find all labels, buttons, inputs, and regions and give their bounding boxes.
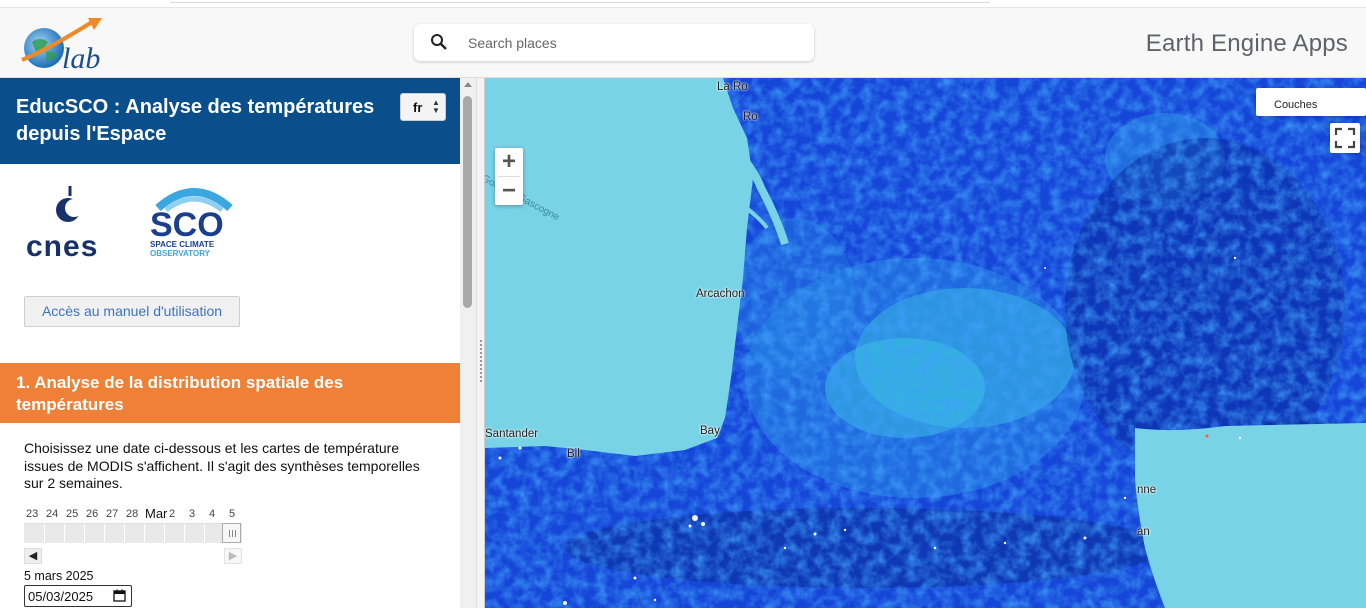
search-input[interactable] [468,30,798,55]
timeline-tick-1: 24 [46,508,59,520]
zoom-controls: + − [495,148,523,205]
scrollbar-thumb[interactable] [463,96,472,308]
section-1-header: 1. Analyse de la distribution spatiale d… [0,363,460,423]
app-header: lab Earth Engine Apps [0,8,1366,78]
side-panel: EducSCO : Analyse des températures depui… [0,78,460,608]
chevron-updown-icon: ▲ ▼ [432,98,440,115]
svg-text:lab: lab [62,42,100,75]
map-label-santander: Santander [485,428,539,440]
olab-logo: lab [14,16,124,76]
panel-title-bar: EducSCO : Analyse des températures depui… [0,78,460,164]
search-icon [431,34,447,50]
timeline-tick-0: 23 [26,508,39,520]
layers-button[interactable]: Couches [1256,88,1366,116]
arrow-right-icon[interactable]: ▶ [224,548,242,564]
svg-text:SPACE CLIMATE: SPACE CLIMATE [150,240,215,249]
timeline-tick-6: Mar [145,506,168,521]
section-1-description: Choisissez une date ci-dessous et les ca… [24,440,420,491]
svg-text:OBSERVATORY: OBSERVATORY [150,249,211,258]
fullscreen-icon [1334,127,1356,149]
svg-text:SCO: SCO [150,206,224,244]
language-value: fr [413,100,423,115]
map-label-narbonne: an [1137,526,1150,538]
timeline-tick-5: 28 [126,508,139,520]
user-manual-button[interactable]: Accès au manuel d'utilisation [24,296,240,327]
calendar-icon[interactable] [113,589,126,602]
browser-top-strip [0,0,1366,8]
panel-splitter[interactable] [476,78,485,608]
scroll-up-arrow[interactable] [464,82,472,87]
date-input-value: 05/03/2025 [28,589,94,604]
panel-scrollbar[interactable] [460,78,476,608]
zoom-out-button[interactable]: − [495,177,523,205]
timeline-tick-4: 27 [106,508,119,520]
timeline-tick-8: 3 [189,508,196,520]
timeline-thumb[interactable] [222,523,241,543]
sco-logo: SCO SPACE CLIMATE OBSERVATORY [146,182,242,262]
svg-text:cnes: cnes [26,230,98,260]
date-input[interactable]: 05/03/2025 [24,585,132,607]
temperature-map[interactable] [485,78,1366,608]
fullscreen-button[interactable] [1330,123,1360,153]
timeline-tick-7: 2 [169,508,176,520]
map-view[interactable]: Golfe de Gascogne La Ro Ro Arcachon Bay … [485,78,1366,608]
map-label-arcachon: Arcachon [696,288,745,300]
map-label-rochefort: Ro [743,111,758,123]
section-1-title: 1. Analyse de la distribution spatiale d… [16,373,344,414]
date-timeline[interactable]: 23 24 25 26 27 28 Mar 2 3 4 5 ◀ ▶ [24,506,242,566]
arrow-left-icon[interactable]: ◀ [24,548,42,564]
language-select[interactable]: fr ▲ ▼ [400,93,446,121]
selected-date-label: 5 mars 2025 [24,569,94,583]
earth-engine-apps-title[interactable]: Earth Engine Apps [1146,30,1348,58]
map-label-bilbao: Bil [567,448,580,460]
timeline-tick-3: 26 [86,508,99,520]
timeline-track[interactable] [24,523,242,544]
timeline-tick-9: 4 [209,508,216,520]
timeline-tick-10: 5 [229,508,236,520]
search-box[interactable] [414,24,814,61]
cnes-logo: cnes [24,184,122,263]
map-label-bayonne: Bay [700,425,720,437]
timeline-tick-labels: 23 24 25 26 27 28 Mar 2 3 4 5 [24,506,242,523]
map-label-la-rochelle: La Ro [717,81,748,93]
map-label-perpignan: nne [1137,484,1157,496]
page-title: EducSCO : Analyse des températures depui… [16,96,375,145]
zoom-in-button[interactable]: + [495,148,523,176]
layers-button-label: Couches [1274,99,1318,111]
timeline-tick-2: 25 [66,508,79,520]
